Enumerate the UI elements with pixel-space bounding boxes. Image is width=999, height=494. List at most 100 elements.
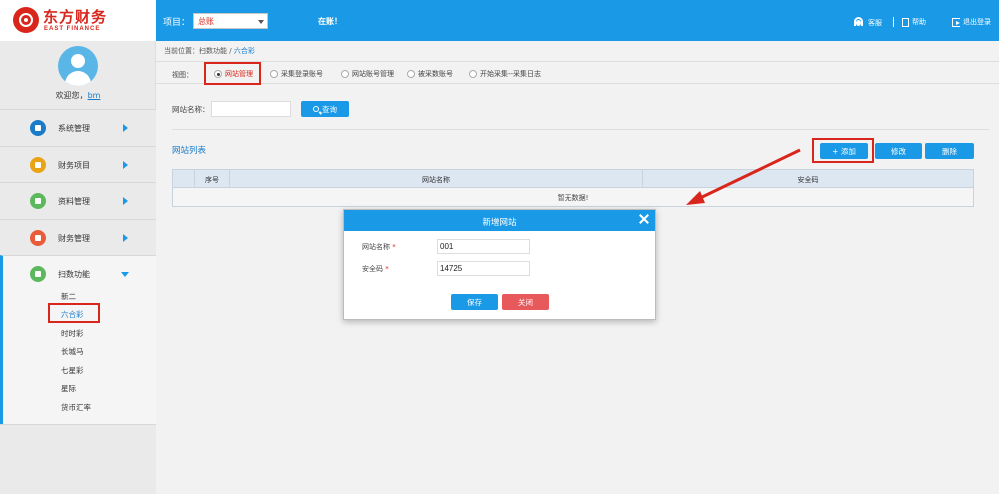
service-label: 客服: [868, 19, 882, 27]
field-label-text: 网站名称: [362, 243, 390, 251]
radio-label: 网站账号管理: [352, 70, 394, 78]
sub-item-changchengma[interactable]: 长城马: [61, 346, 84, 357]
logo-icon: [13, 7, 39, 33]
security-code-field-label: 安全码 *: [362, 264, 389, 274]
sidebar-item-label: 扫数功能: [58, 270, 90, 279]
highlight-box: [48, 303, 100, 323]
help-link[interactable]: 帮助: [902, 17, 926, 27]
chevron-down-icon: [258, 20, 264, 24]
divider: [172, 129, 989, 130]
username-link[interactable]: bm: [88, 91, 101, 100]
close-button[interactable]: 关闭: [502, 294, 549, 310]
select-column: [173, 170, 195, 187]
radio-site-accounts[interactable]: 网站账号管理: [341, 69, 394, 79]
welcome-text: 欢迎您，bm: [0, 90, 156, 101]
sub-item-qixingcai[interactable]: 七星彩: [61, 365, 84, 376]
radio-start-collect[interactable]: 开始采集--采集日志: [469, 69, 541, 79]
sidebar-item-label: 资料管理: [58, 197, 90, 206]
header-title: 在账！: [318, 17, 342, 26]
sidebar: 欢迎您，bm 系统管理 财务项目 资料管理 财务管理 扫数功能 新二 六合彩 时…: [0, 41, 156, 494]
query-button[interactable]: 查询: [301, 101, 349, 117]
highlight-box: [812, 138, 874, 163]
site-name-input[interactable]: [211, 101, 291, 117]
chevron-right-icon: [123, 234, 128, 242]
add-site-dialog: 新增网站 网站名称 * 安全码 * 保存 关闭: [343, 209, 656, 320]
search-icon: [313, 106, 319, 112]
logout-icon: [952, 17, 960, 27]
sub-item-shishicai[interactable]: 时时彩: [61, 328, 84, 339]
logo: 东方财务 EAST FINANCE: [0, 0, 156, 41]
site-table: 序号 网站名称 安全码 暂无数据!: [172, 169, 974, 207]
highlight-box: [204, 62, 261, 85]
column-header: 安全码: [797, 176, 819, 184]
column-header: 网站名称: [230, 170, 643, 187]
briefcase-icon: [30, 157, 46, 173]
radio-login-accounts[interactable]: 采集登录账号: [270, 69, 323, 79]
view-bar: 视图： 网站管理 采集登录账号 网站账号管理 被采数账号 开始采集--采集日志: [156, 61, 999, 84]
service-link[interactable]: 客服: [852, 17, 882, 29]
sidebar-item-label: 财务项目: [58, 161, 90, 170]
help-label: 帮助: [912, 18, 926, 26]
project-select[interactable]: 总账: [193, 13, 268, 29]
radio-collected-accounts[interactable]: 被采数账号: [407, 69, 453, 79]
radio-button: [270, 70, 278, 78]
sidebar-item-label: 财务管理: [58, 234, 90, 243]
headset-icon: [852, 17, 865, 29]
delete-button[interactable]: 删除: [925, 143, 974, 159]
project-select-value: 总账: [198, 17, 214, 26]
logout-link[interactable]: 退出登录: [952, 17, 991, 27]
avatar: [58, 46, 98, 86]
chevron-right-icon: [123, 124, 128, 132]
folder-icon: [30, 193, 46, 209]
welcome-prefix: 欢迎您，: [55, 91, 88, 100]
security-code-field[interactable]: [437, 261, 530, 276]
breadcrumb-current: 六合彩: [233, 47, 255, 55]
document-icon: [30, 230, 46, 246]
table-header: 序号 网站名称 安全码: [172, 169, 974, 188]
site-name-field[interactable]: [437, 239, 530, 254]
chevron-down-icon: [121, 272, 129, 277]
sub-item-xiner[interactable]: 新二: [61, 291, 76, 302]
list-title: 网站列表: [172, 146, 207, 156]
sidebar-item-system[interactable]: 系统管理: [0, 109, 156, 146]
radio-button: [469, 70, 477, 78]
query-label: 查询: [322, 104, 337, 114]
chevron-right-icon: [123, 197, 128, 205]
book-icon: [902, 17, 909, 27]
sidebar-item-label: 系统管理: [58, 124, 90, 133]
required-mark: *: [392, 243, 396, 251]
divider: [893, 17, 894, 27]
sidebar-item-finance-project[interactable]: 财务项目: [0, 146, 156, 183]
dialog-title: 新增网站: [482, 218, 517, 228]
chevron-right-icon: [123, 161, 128, 169]
logo-subtext: EAST FINANCE: [44, 26, 101, 32]
monitor-icon: [30, 266, 46, 282]
sidebar-footer: [0, 424, 156, 494]
logout-label: 退出登录: [963, 18, 991, 26]
radio-label: 被采数账号: [418, 70, 453, 78]
site-name-field-label: 网站名称 *: [362, 242, 396, 252]
required-mark: *: [385, 265, 389, 273]
dialog-header: 新增网站: [344, 210, 655, 231]
site-name-label: 网站名称：: [172, 105, 210, 114]
breadcrumb-path: 当前位置：扫数功能 /: [164, 47, 232, 55]
breadcrumb: 当前位置：扫数功能 / 六合彩: [164, 46, 255, 56]
radio-button: [341, 70, 349, 78]
view-label: 视图：: [172, 71, 193, 79]
radio-label: 采集登录账号: [281, 70, 323, 78]
field-label-text: 安全码: [362, 265, 383, 273]
radio-button: [407, 70, 415, 78]
sidebar-item-finance[interactable]: 财务管理: [0, 219, 156, 256]
close-icon[interactable]: [638, 213, 650, 225]
radio-label: 开始采集--采集日志: [480, 70, 542, 78]
column-header: 序号: [195, 170, 230, 187]
gear-icon: [30, 120, 46, 136]
logo-text: 东方财务: [43, 8, 108, 26]
project-label: 项目：: [163, 18, 191, 28]
sidebar-item-data[interactable]: 资料管理: [0, 182, 156, 219]
edit-button[interactable]: 修改: [875, 143, 922, 159]
sub-item-currency[interactable]: 货币汇率: [61, 402, 91, 413]
save-button[interactable]: 保存: [451, 294, 498, 310]
top-bar: 东方财务 EAST FINANCE 项目： 总账 在账！ 客服 帮助 退出登录: [0, 0, 999, 41]
sub-item-xingji[interactable]: 星际: [61, 383, 76, 394]
